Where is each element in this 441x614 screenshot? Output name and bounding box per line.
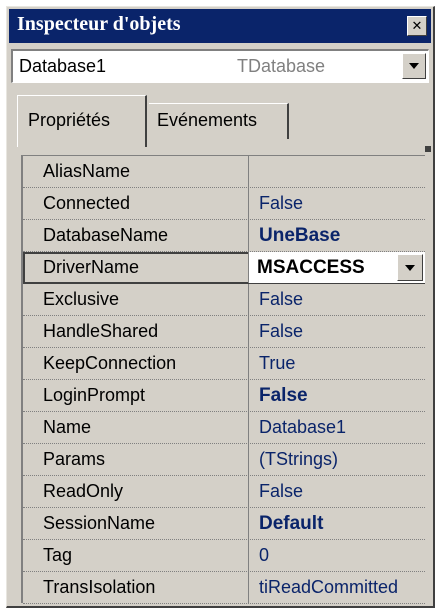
close-button[interactable]: ✕ — [407, 16, 427, 36]
property-value-text: tiReadCommitted — [259, 577, 399, 597]
property-row-sessionname[interactable]: SessionName Default — [23, 508, 425, 540]
property-value[interactable]: UneBase — [251, 220, 425, 251]
property-name[interactable]: KeepConnection — [23, 348, 249, 379]
tab-strip: Propriétés Evénements — [11, 93, 429, 147]
property-row-name[interactable]: Name Database1 — [23, 412, 425, 444]
property-value-text: False — [259, 289, 304, 309]
property-value-text: UneBase — [259, 225, 341, 246]
property-grid: AliasName Connected False DatabaseName UneBa… — [21, 155, 425, 604]
chevron-down-icon — [405, 264, 415, 271]
property-name[interactable]: ReadOnly — [23, 476, 249, 507]
close-icon: ✕ — [411, 18, 423, 34]
property-name[interactable]: Name — [23, 412, 249, 443]
property-row-keepconnection[interactable]: KeepConnection True — [23, 348, 425, 380]
property-value[interactable]: True — [251, 348, 425, 379]
property-row-tag[interactable]: Tag 0 — [23, 540, 425, 572]
property-name[interactable]: SessionName — [23, 508, 249, 539]
tab-events-label: Evénements — [157, 110, 258, 130]
property-name[interactable]: LoginPrompt — [23, 380, 249, 411]
property-row-transisolation[interactable]: TransIsolation tiReadCommitted — [23, 572, 425, 604]
property-value-text: 0 — [259, 545, 270, 565]
property-value-text: MSACCESS — [257, 257, 365, 278]
property-row-connected[interactable]: Connected False — [23, 188, 425, 220]
property-value-text: Default — [259, 513, 324, 534]
object-selector[interactable]: Database1 TDatabase — [11, 49, 429, 83]
property-name[interactable]: DatabaseName — [23, 220, 249, 251]
property-value-text: (TStrings) — [259, 449, 339, 469]
property-value[interactable]: Default — [251, 508, 425, 539]
property-row-drivername[interactable]: DriverName MSACCESS — [23, 252, 425, 284]
property-row-params[interactable]: Params (TStrings) — [23, 444, 425, 476]
property-value-editor[interactable]: MSACCESS — [249, 252, 425, 283]
property-name[interactable]: Tag — [23, 540, 249, 571]
tab-properties-label: Propriétés — [28, 110, 111, 130]
object-inspector-window: Inspecteur d'objets ✕ Database1 TDatabas… — [6, 6, 435, 608]
selected-object-type: TDatabase — [237, 56, 326, 76]
property-name[interactable]: AliasName — [23, 156, 249, 187]
property-value[interactable]: tiReadCommitted — [251, 572, 425, 603]
title-bar[interactable]: Inspecteur d'objets ✕ — [9, 9, 431, 43]
property-name[interactable]: TransIsolation — [23, 572, 249, 603]
property-name[interactable]: HandleShared — [23, 316, 249, 347]
property-name[interactable]: DriverName — [23, 252, 249, 283]
property-name[interactable]: Exclusive — [23, 284, 249, 315]
property-row-handleshared[interactable]: HandleShared False — [23, 316, 425, 348]
property-value[interactable]: False — [251, 188, 425, 219]
property-value-text: False — [259, 481, 304, 501]
property-value-text: False — [259, 385, 308, 406]
property-value[interactable] — [251, 156, 425, 187]
property-value[interactable]: False — [251, 316, 425, 347]
property-row-databasename[interactable]: DatabaseName UneBase — [23, 220, 425, 252]
property-value[interactable]: False — [251, 284, 425, 315]
property-value-text: Database1 — [259, 417, 347, 437]
property-value-dropdown-button[interactable] — [397, 254, 423, 281]
property-name[interactable]: Connected — [23, 188, 249, 219]
property-value[interactable]: False — [251, 476, 425, 507]
property-value[interactable]: (TStrings) — [251, 444, 425, 475]
tab-properties[interactable]: Propriétés — [17, 95, 147, 147]
property-row-exclusive[interactable]: Exclusive False — [23, 284, 425, 316]
window-title: Inspecteur d'objets — [17, 13, 181, 35]
property-row-loginprompt[interactable]: LoginPrompt False — [23, 380, 425, 412]
property-value[interactable]: 0 — [251, 540, 425, 571]
tab-events[interactable]: Evénements — [149, 103, 289, 139]
chevron-down-icon — [409, 63, 419, 69]
object-selector-dropdown-button[interactable] — [402, 53, 426, 79]
selected-object-name: Database1 — [19, 56, 107, 76]
property-row-readonly[interactable]: ReadOnly False — [23, 476, 425, 508]
property-value[interactable]: Database1 — [251, 412, 425, 443]
property-value[interactable]: False — [251, 380, 425, 411]
property-name[interactable]: Params — [23, 444, 249, 475]
property-value-text: True — [259, 353, 296, 373]
property-value-text: False — [259, 193, 304, 213]
property-value-text: False — [259, 321, 304, 341]
grid-corner-marker — [425, 146, 431, 152]
property-row-aliasname[interactable]: AliasName — [23, 156, 425, 188]
